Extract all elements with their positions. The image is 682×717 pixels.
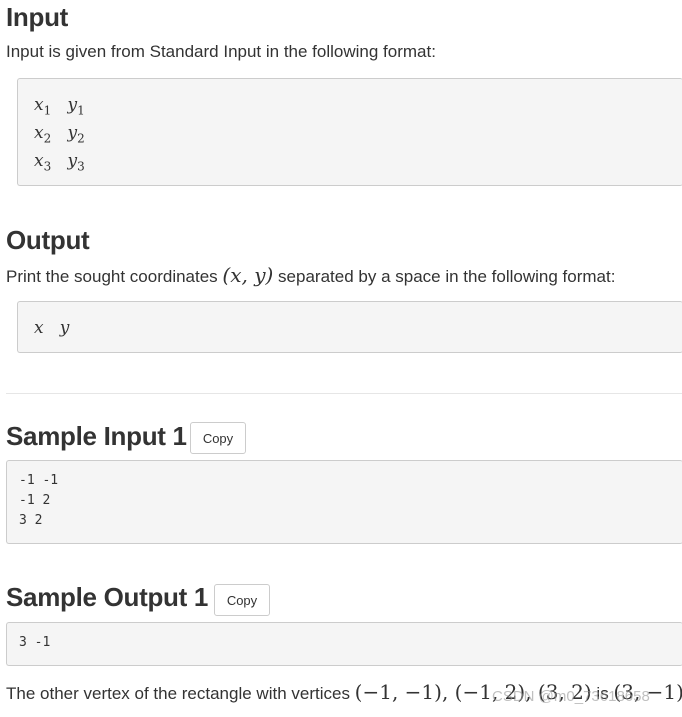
input-format-box: x1 y1 x2 y2 x3 y3	[17, 78, 682, 186]
input-description: Input is given from Standard Input in th…	[6, 42, 436, 61]
sample-output-heading: Sample Output 1	[6, 582, 209, 612]
section-divider	[6, 393, 682, 394]
sample-input-box: -1 -1 -1 2 3 2	[6, 460, 682, 544]
output-format-line: x y	[34, 318, 70, 338]
watermark: CSDN @m0_73618658	[492, 688, 650, 705]
output-heading: Output	[6, 225, 90, 255]
copy-sample-output-button[interactable]: Copy	[214, 584, 270, 616]
sample-input-content: -1 -1 -1 2 3 2	[19, 473, 59, 528]
input-format-line-2: x2 y2	[34, 123, 85, 146]
sample-input-heading: Sample Input 1	[6, 421, 187, 451]
input-heading: Input	[6, 2, 69, 32]
input-format-line-1: x1 y1	[34, 95, 85, 118]
output-format-box: x y	[17, 301, 682, 353]
sample-output-box: 3 -1	[6, 622, 682, 666]
input-format-line-3: x3 y3	[34, 151, 85, 174]
copy-sample-input-button[interactable]: Copy	[190, 422, 246, 454]
sample-output-content: 3 -1	[19, 635, 51, 650]
output-description: Print the sought coordinates (x, y) sepa…	[6, 263, 616, 287]
